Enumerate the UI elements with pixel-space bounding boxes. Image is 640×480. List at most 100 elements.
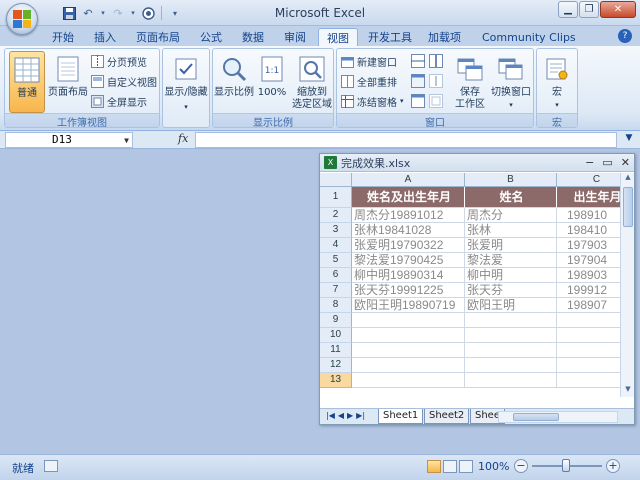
cell-a6[interactable]: 柳中明19890314: [352, 268, 465, 283]
cell-empty[interactable]: [465, 358, 557, 373]
freeze-panes-button[interactable]: 冻结窗格 ▾: [341, 93, 404, 109]
side-by-side-button[interactable]: [429, 53, 443, 69]
vertical-scroll-thumb[interactable]: [623, 187, 633, 227]
cell-a3[interactable]: 张林19841028: [352, 223, 465, 238]
cell-b8[interactable]: 欧阳王明: [465, 298, 557, 313]
column-header-a[interactable]: A: [352, 173, 465, 187]
zoom-100-button[interactable]: 1:1 100%: [257, 51, 287, 113]
page-layout-view-button[interactable]: 页面布局: [48, 51, 88, 113]
zoom-in-icon[interactable]: +: [606, 459, 620, 473]
row-header[interactable]: 1: [320, 187, 352, 208]
row-header[interactable]: 6: [320, 268, 352, 283]
row-header[interactable]: 5: [320, 253, 352, 268]
tab-page-layout[interactable]: 页面布局: [128, 28, 188, 46]
row-header-active[interactable]: 13: [320, 373, 352, 388]
arrange-all-button[interactable]: 全部重排: [341, 73, 397, 89]
cell-a5[interactable]: 黎法爱19790425: [352, 253, 465, 268]
horizontal-scroll-thumb[interactable]: [513, 413, 559, 421]
save-workspace-button[interactable]: 保存 工作区: [453, 51, 487, 113]
page-layout-shortcut-icon[interactable]: [443, 460, 457, 473]
expand-formula-bar-icon[interactable]: ▼: [623, 133, 635, 147]
insert-function-icon[interactable]: fx: [178, 132, 188, 145]
cell-b7[interactable]: 张天芬: [465, 283, 557, 298]
help-icon[interactable]: ?: [618, 29, 632, 43]
cell-empty[interactable]: [557, 373, 620, 388]
cell-c4[interactable]: 197903: [557, 238, 620, 253]
cell-empty[interactable]: [557, 343, 620, 358]
first-sheet-icon[interactable]: |◀: [326, 411, 335, 420]
cell-empty[interactable]: [352, 313, 465, 328]
workbook-minimize-icon[interactable]: −: [585, 156, 594, 169]
cell-b5[interactable]: 黎法爱: [465, 253, 557, 268]
tab-insert[interactable]: 插入: [86, 28, 124, 46]
tab-home[interactable]: 开始: [44, 28, 82, 46]
scroll-down-icon[interactable]: ▼: [621, 385, 635, 397]
normal-view-button[interactable]: 普通: [9, 51, 45, 113]
sync-scroll-button[interactable]: [429, 73, 443, 89]
row-header[interactable]: 12: [320, 358, 352, 373]
zoom-to-selection-button[interactable]: 缩放到 选定区域: [291, 51, 333, 113]
cell-b2[interactable]: 周杰分: [465, 208, 557, 223]
workbook-close-icon[interactable]: ✕: [621, 156, 630, 169]
cell-c1[interactable]: 出生年月: [557, 187, 620, 208]
horizontal-scrollbar[interactable]: [498, 411, 618, 423]
scroll-up-icon[interactable]: ▲: [621, 173, 635, 185]
cell-a2[interactable]: 周杰分19891012: [352, 208, 465, 223]
cell-empty[interactable]: [352, 373, 465, 388]
split-button[interactable]: [411, 53, 425, 69]
workbook-maximize-icon[interactable]: ▭: [602, 156, 612, 169]
cell-empty[interactable]: [352, 358, 465, 373]
cell-b1[interactable]: 姓名: [465, 187, 557, 208]
custom-views-button[interactable]: 自定义视图: [91, 73, 157, 89]
sheet-tab-sheet1[interactable]: Sheet1: [378, 409, 424, 424]
show-hide-button[interactable]: 显示/隐藏 ▾: [164, 51, 208, 127]
cell-empty[interactable]: [465, 313, 557, 328]
cell-a1[interactable]: 姓名及出生年月: [352, 187, 465, 208]
row-header[interactable]: 10: [320, 328, 352, 343]
zoom-level[interactable]: 100%: [478, 460, 509, 473]
macros-button[interactable]: 宏 ▾: [539, 51, 575, 113]
cell-empty[interactable]: [465, 373, 557, 388]
hide-window-button[interactable]: [411, 73, 425, 89]
office-button[interactable]: [6, 3, 38, 35]
cell-empty[interactable]: [465, 328, 557, 343]
formula-input[interactable]: [195, 132, 617, 148]
normal-view-shortcut-icon[interactable]: [427, 460, 441, 473]
close-button[interactable]: ✕: [600, 1, 636, 18]
cell-b6[interactable]: 柳中明: [465, 268, 557, 283]
cell-b4[interactable]: 张爱明: [465, 238, 557, 253]
last-sheet-icon[interactable]: ▶|: [356, 411, 365, 420]
tab-data[interactable]: 数据: [234, 28, 272, 46]
new-window-button[interactable]: 新建窗口: [341, 53, 397, 69]
cell-c6[interactable]: 198903: [557, 268, 620, 283]
tab-community-clips[interactable]: Community Clips: [474, 28, 584, 46]
row-header[interactable]: 9: [320, 313, 352, 328]
tab-view[interactable]: 视图: [318, 28, 358, 46]
page-break-shortcut-icon[interactable]: [459, 460, 473, 473]
column-header-c[interactable]: C: [557, 173, 620, 187]
minimize-button[interactable]: ▁: [558, 1, 578, 18]
full-screen-button[interactable]: 全屏显示: [91, 93, 147, 109]
cell-empty[interactable]: [557, 358, 620, 373]
workbook-title-bar[interactable]: X 完成效果.xlsx − ▭ ✕: [320, 154, 634, 172]
tab-developer[interactable]: 开发工具: [360, 28, 420, 46]
reset-window-position-button[interactable]: [429, 93, 443, 109]
cell-a4[interactable]: 张爱明19790322: [352, 238, 465, 253]
row-header[interactable]: 7: [320, 283, 352, 298]
cell-c2[interactable]: 198910: [557, 208, 620, 223]
zoom-button[interactable]: 显示比例: [214, 51, 254, 113]
prev-sheet-icon[interactable]: ◀: [338, 411, 344, 420]
chevron-down-icon[interactable]: ▼: [124, 134, 129, 148]
page-break-preview-button[interactable]: 分页预览: [91, 53, 147, 69]
cell-c7[interactable]: 199912: [557, 283, 620, 298]
tab-review[interactable]: 审阅: [276, 28, 314, 46]
next-sheet-icon[interactable]: ▶: [347, 411, 353, 420]
cell-b3[interactable]: 张林: [465, 223, 557, 238]
cell-empty[interactable]: [352, 343, 465, 358]
cell-empty[interactable]: [352, 328, 465, 343]
name-box[interactable]: D13 ▼: [5, 132, 133, 148]
cell-empty[interactable]: [557, 328, 620, 343]
row-header[interactable]: 2: [320, 208, 352, 223]
row-header[interactable]: 11: [320, 343, 352, 358]
row-header[interactable]: 3: [320, 223, 352, 238]
